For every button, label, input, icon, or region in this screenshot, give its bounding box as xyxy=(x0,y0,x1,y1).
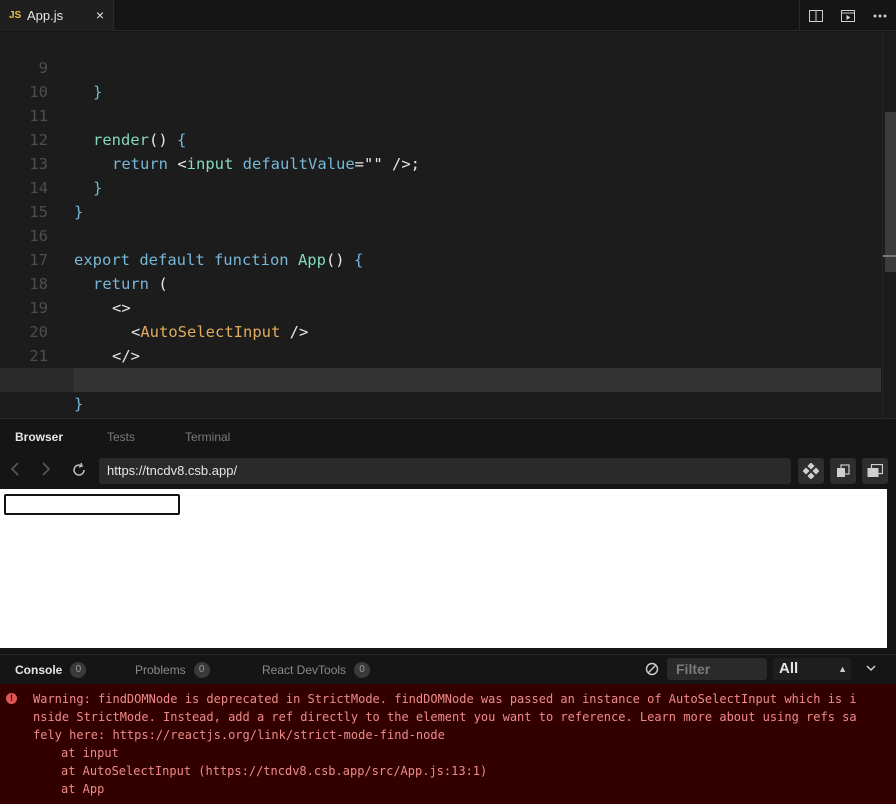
code-line: 18 <> xyxy=(0,248,881,317)
current-code-line[interactable]: 23 xyxy=(0,368,881,392)
preview-icon[interactable] xyxy=(832,0,864,31)
devtools-count-badge: 0 xyxy=(354,662,371,678)
browser-viewport xyxy=(0,489,887,648)
copy-url-icon[interactable] xyxy=(830,458,856,484)
js-file-icon: JS xyxy=(9,10,22,21)
tab-actions xyxy=(799,0,896,31)
split-view-icon[interactable] xyxy=(800,0,832,31)
file-tab-label: App.js xyxy=(27,8,64,23)
refresh-icon[interactable] xyxy=(71,462,87,483)
code-line: 11 render() { xyxy=(0,80,881,149)
code-line: 13 } xyxy=(0,128,881,197)
devtools-toggle-icon[interactable] xyxy=(798,458,824,484)
console-filter-input[interactable]: Filter xyxy=(667,658,767,680)
clear-console-icon[interactable] xyxy=(645,662,659,679)
preview-panel-tabs: Browser Tests Terminal xyxy=(0,418,896,454)
problems-count-badge: 0 xyxy=(193,662,210,678)
tab-browser[interactable]: Browser xyxy=(15,430,63,444)
code-line: 20 </> xyxy=(0,296,881,365)
code-editor[interactable]: 9 } 10 11 render() { 12 return <input de… xyxy=(0,32,896,418)
auto-select-input[interactable] xyxy=(4,494,180,515)
console-count-badge: 0 xyxy=(70,662,87,678)
console-error-message: Warning: findDOMNode is deprecated in St… xyxy=(33,692,857,742)
more-icon[interactable] xyxy=(864,0,896,31)
browser-toolbar: https://tncdv8.csb.app/ xyxy=(0,454,896,489)
console-output: ! Warning: findDOMNode is deprecated in … xyxy=(0,684,896,804)
file-tab-app-js[interactable]: JS App.js × xyxy=(0,0,114,31)
tab-problems[interactable]: Problems 0 xyxy=(135,662,210,678)
stack-trace-line: at input xyxy=(61,746,119,760)
code-line: 10 xyxy=(0,56,881,101)
chevron-down-icon[interactable] xyxy=(866,661,876,675)
editor-tab-bar: JS App.js × xyxy=(0,0,896,31)
tab-console-label: Console xyxy=(15,663,63,677)
code-line: 12 return <input defaultValue="" />; xyxy=(0,104,881,173)
code-line: 14 } xyxy=(0,152,881,221)
console-toolbar: Console 0 Problems 0 React DevTools 0 Fi… xyxy=(0,654,896,696)
tab-tests[interactable]: Tests xyxy=(107,430,135,444)
cursor-position-marker xyxy=(883,255,896,257)
url-bar[interactable]: https://tncdv8.csb.app/ xyxy=(99,458,791,484)
log-level-value: All xyxy=(779,660,799,677)
code-line: 22 } xyxy=(0,344,881,413)
tab-console[interactable]: Console 0 xyxy=(15,662,87,678)
code-line: 9 } xyxy=(0,32,881,101)
stack-trace-line: at AutoSelectInput (https://tncdv8.csb.a… xyxy=(61,764,488,778)
tab-problems-label: Problems xyxy=(135,663,186,677)
tab-react-devtools-label: React DevTools xyxy=(262,663,347,677)
log-level-select[interactable]: All ▲▼ xyxy=(773,658,851,696)
code-line: 19 <AutoSelectInput /> xyxy=(0,272,881,341)
scrollbar-thumb[interactable] xyxy=(885,112,896,272)
code-token: } xyxy=(74,395,84,413)
back-arrow-icon[interactable] xyxy=(9,462,21,481)
error-icon: ! xyxy=(6,693,17,704)
open-new-window-icon[interactable] xyxy=(862,458,888,484)
stack-trace-line: at App xyxy=(61,782,105,796)
editor-scrollbar[interactable] xyxy=(882,32,896,418)
forward-arrow-icon[interactable] xyxy=(40,462,52,481)
close-tab-icon[interactable]: × xyxy=(96,7,104,23)
code-line: 17 return ( xyxy=(0,224,881,293)
viewport-scroll-edge xyxy=(887,489,896,648)
tab-terminal[interactable]: Terminal xyxy=(185,430,230,444)
tab-react-devtools[interactable]: React DevTools 0 xyxy=(262,662,371,678)
code-line: 15 xyxy=(0,176,881,221)
code-line: 21 ); xyxy=(0,320,881,389)
code-line: 16 export default function App() { xyxy=(0,200,881,269)
